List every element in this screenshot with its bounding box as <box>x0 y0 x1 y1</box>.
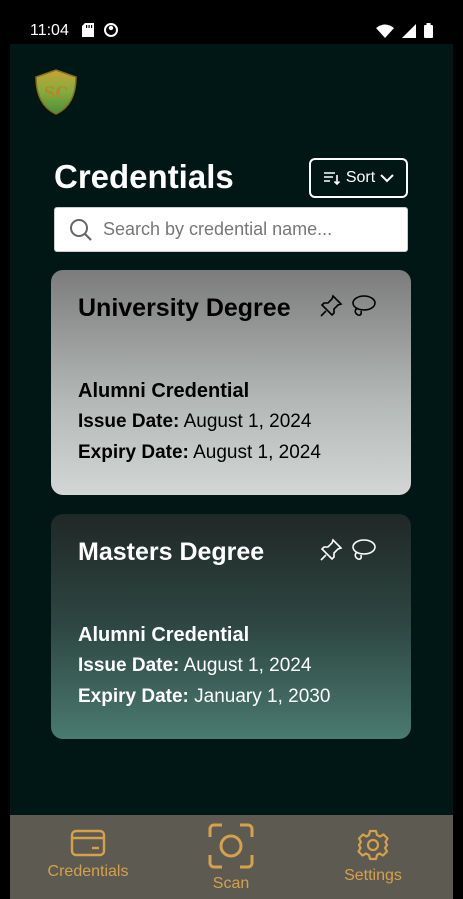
credential-title: Masters Degree <box>78 538 265 566</box>
page-title: Credentials <box>54 158 234 195</box>
nav-scan-label: Scan <box>212 875 250 892</box>
pin-icon[interactable] <box>319 294 343 318</box>
lasso-icon[interactable] <box>349 294 377 318</box>
wifi-icon <box>376 24 394 38</box>
pin-icon[interactable] <box>319 538 343 562</box>
nav-settings-label: Settings <box>344 867 402 884</box>
sort-button[interactable]: Sort <box>309 158 408 198</box>
credit-card-icon <box>70 829 106 857</box>
chevron-down-icon <box>380 174 394 183</box>
expiry-date: Expiry Date: January 1, 2030 <box>78 686 330 708</box>
sort-label: Sort <box>345 169 376 186</box>
issue-date-value: August 1, 2024 <box>179 411 312 432</box>
status-notification-icons <box>82 23 118 37</box>
issue-date: Issue Date: August 1, 2024 <box>78 411 311 433</box>
sd-card-icon <box>82 23 94 37</box>
search-input[interactable] <box>103 219 373 240</box>
issue-date-value: August 1, 2024 <box>179 655 312 676</box>
expiry-date-label: Expiry Date: <box>78 442 189 463</box>
credential-type: Alumni Credential <box>78 624 250 646</box>
expiry-date-value: August 1, 2024 <box>188 442 321 463</box>
credential-title: University Degree <box>78 294 291 322</box>
expiry-date: Expiry Date: August 1, 2024 <box>78 442 321 464</box>
issue-date-label: Issue Date: <box>78 655 180 676</box>
nav-credentials[interactable]: Credentials <box>46 829 130 881</box>
credential-type: Alumni Credential <box>78 380 250 402</box>
nav-credentials-label: Credentials <box>47 863 129 880</box>
status-system-icons <box>376 23 433 38</box>
nav-scan[interactable]: Scan <box>198 823 264 893</box>
issue-date: Issue Date: August 1, 2024 <box>78 655 311 677</box>
battery-icon <box>424 23 433 38</box>
sync-circle-icon <box>104 23 118 37</box>
status-time: 11:04 <box>30 22 69 39</box>
search-icon <box>70 218 92 241</box>
credential-card[interactable]: Masters Degree Alumni Credential Issue D… <box>51 514 411 739</box>
sort-icon <box>323 172 340 185</box>
search-bar <box>54 207 408 252</box>
status-bar: 11:04 <box>0 0 463 44</box>
issue-date-label: Issue Date: <box>78 411 180 432</box>
nav-settings[interactable]: Settings <box>336 829 410 885</box>
card-actions <box>319 538 377 562</box>
bottom-navigation: Credentials Scan Settings <box>10 815 453 899</box>
logo-shield-icon: SC <box>35 69 77 115</box>
expiry-date-value: January 1, 2030 <box>188 686 331 707</box>
credential-card[interactable]: University Degree Alumni Credential Issu… <box>51 270 411 495</box>
scan-icon <box>208 823 254 869</box>
logo-text: SC <box>44 83 68 102</box>
cell-signal-icon <box>402 23 416 38</box>
expiry-date-label: Expiry Date: <box>78 686 189 707</box>
card-actions <box>319 294 377 318</box>
gear-icon <box>357 829 389 861</box>
app-screen: SC Credentials Sort University Degree Al… <box>10 44 453 899</box>
lasso-icon[interactable] <box>349 538 377 562</box>
